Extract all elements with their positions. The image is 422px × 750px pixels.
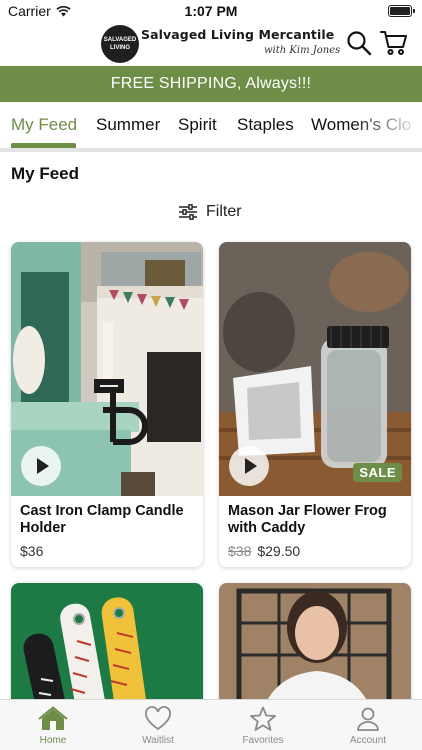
product-price: $38 $29.50 <box>228 543 300 559</box>
bottom-tab-bar: Home Waitlist Favorites Account <box>0 699 422 750</box>
section-divider <box>0 148 422 152</box>
store-tagline: with Kim Jones <box>264 45 341 56</box>
promo-text: FREE SHIPPING, Always!!! <box>110 75 312 92</box>
play-video-button[interactable] <box>229 446 269 486</box>
nav-waitlist-label: Waitlist <box>142 735 174 746</box>
cart-icon <box>380 31 407 55</box>
home-icon <box>38 706 68 730</box>
nav-waitlist[interactable]: Waitlist <box>116 706 200 746</box>
category-tabs: My Feed Summer Spirit Staples Women's Cl… <box>0 102 422 148</box>
product-card[interactable]: SALE Mason Jar Flower Frog with Caddy $3… <box>219 242 411 567</box>
current-price: $29.50 <box>257 543 301 559</box>
nav-account-label: Account <box>349 735 387 746</box>
feed-title: My Feed <box>11 164 80 183</box>
promo-banner[interactable]: FREE SHIPPING, Always!!! <box>0 66 422 102</box>
product-card[interactable]: Cast Iron Clamp Candle Holder $36 <box>11 242 203 567</box>
nav-favorites[interactable]: Favorites <box>221 706 305 746</box>
sale-badge: SALE <box>353 463 402 482</box>
product-price: $36 <box>20 543 43 559</box>
current-price: $36 <box>20 543 44 559</box>
tab-staples[interactable]: Staples <box>237 115 294 135</box>
user-icon <box>357 707 379 731</box>
tab-spirit[interactable]: Spirit <box>178 115 217 135</box>
play-video-button[interactable] <box>21 446 61 486</box>
logo-badge[interactable]: SALVAGED LIVING <box>101 25 139 63</box>
store-name: Salvaged Living Mercantile <box>141 27 335 42</box>
product-image[interactable] <box>11 242 203 496</box>
product-name: Mason Jar Flower Frog with Caddy <box>228 503 387 536</box>
tab-summer[interactable]: Summer <box>96 115 160 135</box>
nav-home-label: Home <box>39 735 67 746</box>
product-image[interactable]: SALE <box>219 242 411 496</box>
tab-womens-clothing[interactable]: Women's Clo <box>311 115 411 135</box>
heart-icon <box>145 706 171 731</box>
battery-icon <box>388 5 415 17</box>
tab-my-feed[interactable]: My Feed <box>11 115 77 135</box>
search-icon <box>347 31 372 56</box>
nav-home[interactable]: Home <box>11 706 95 746</box>
status-bar: Carrier 1:07 PM <box>0 0 422 22</box>
logo-badge-line1: SALVAGED <box>103 37 137 43</box>
cart-button[interactable] <box>380 30 407 56</box>
product-name: Cast Iron Clamp Candle Holder <box>20 503 184 536</box>
sliders-icon <box>179 204 197 220</box>
original-price: $38 <box>228 543 252 559</box>
nav-favorites-label: Favorites <box>242 735 284 746</box>
filter-label: Filter <box>206 203 242 220</box>
search-button[interactable] <box>346 30 372 56</box>
app-header: SALVAGED LIVING Salvaged Living Mercanti… <box>0 22 422 66</box>
logo-badge-line2: LIVING <box>109 45 130 51</box>
nav-account[interactable]: Account <box>326 706 410 746</box>
filter-button[interactable]: Filter <box>178 203 242 221</box>
clock: 1:07 PM <box>184 3 238 19</box>
star-icon <box>250 706 276 731</box>
